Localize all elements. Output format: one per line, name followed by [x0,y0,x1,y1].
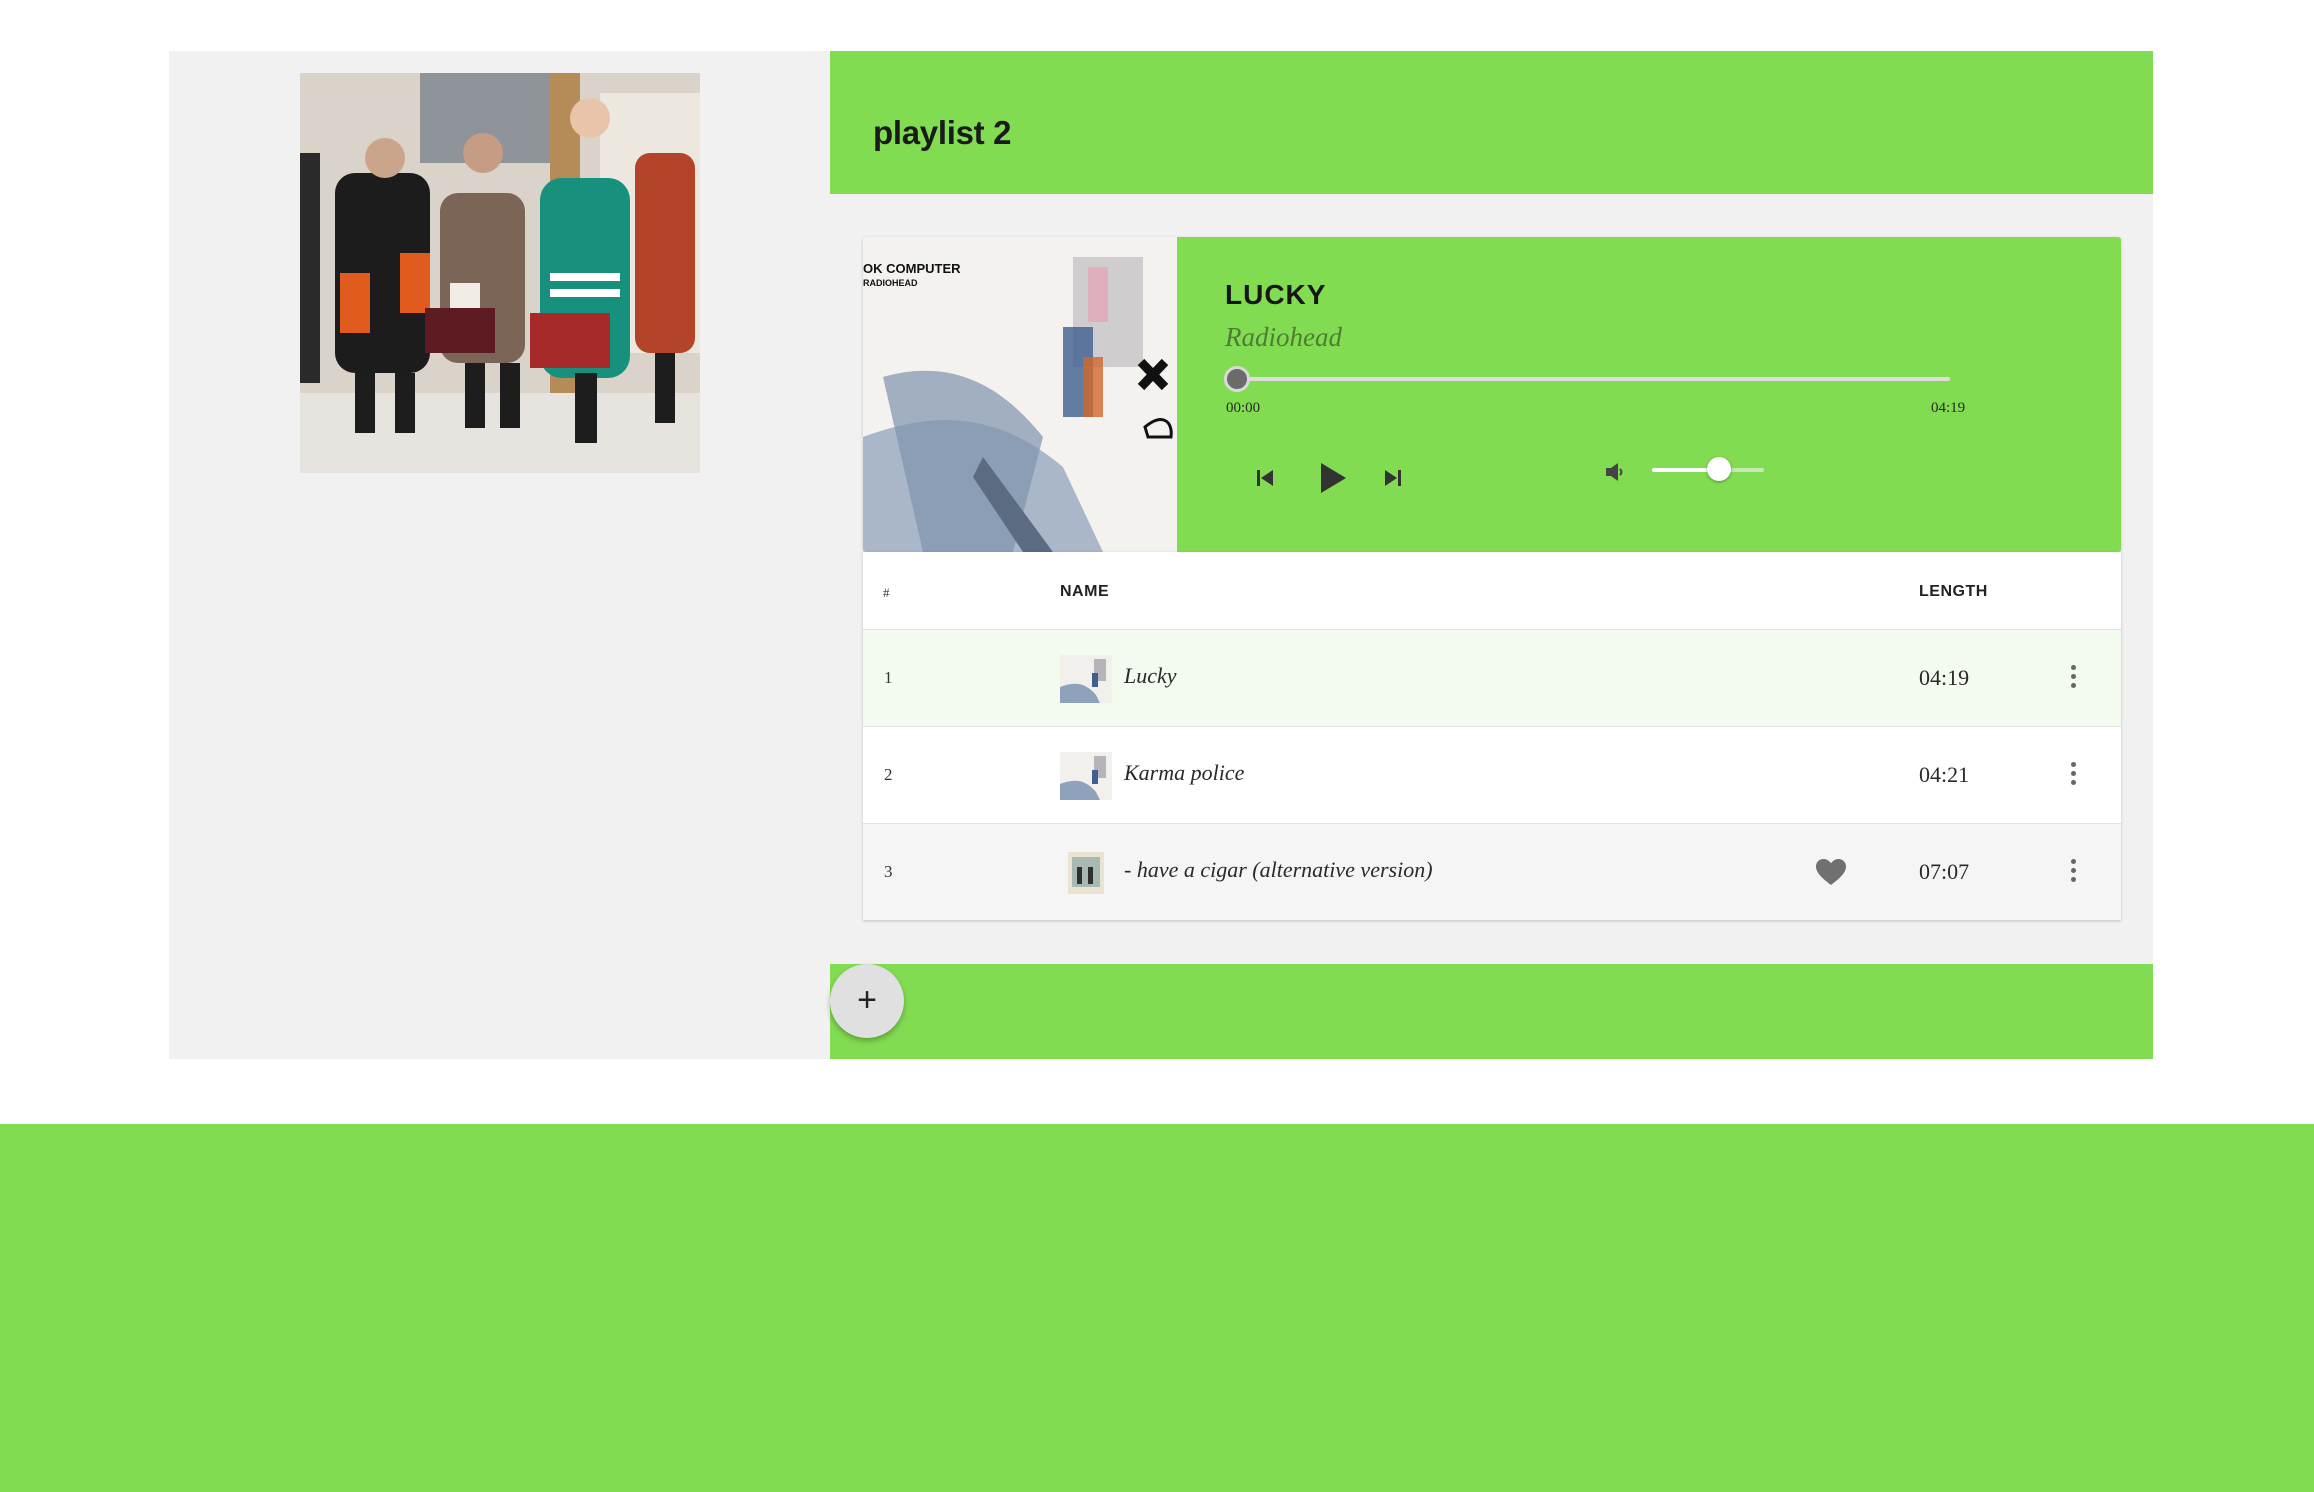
more-options-icon[interactable] [2063,762,2083,788]
track-table: # NAME LENGTH 1 Lucky 04:19 2 Karma poli… [863,552,2121,920]
track-name[interactable]: Karma police [1124,760,1244,786]
track-name[interactable]: Lucky [1124,663,1177,689]
volume-button[interactable] [1604,461,1626,483]
column-header-number: # [883,585,890,600]
now-playing-title: LUCKY [1225,279,1327,310]
volume-slider[interactable] [1652,457,1764,481]
album-art-artist: RADIOHEAD [863,278,918,288]
playlist-footer-bar [830,964,2153,1059]
row-number: 1 [884,668,893,687]
more-options-icon[interactable] [2063,859,2083,885]
elapsed-time: 00:00 [1226,400,1261,416]
heart-icon[interactable] [1816,859,1846,891]
play-button[interactable] [1317,461,1349,495]
next-track-button[interactable] [1382,467,1404,489]
total-time: 04:19 [1931,400,1966,416]
track-thumbnail [1060,849,1112,897]
column-header-length[interactable]: LENGTH [1919,583,1988,601]
progress-slider[interactable] [1224,366,1950,392]
play-icon [1321,463,1346,493]
volume-slider-knob[interactable] [1707,457,1732,481]
column-header-name[interactable]: NAME [1060,583,1109,601]
volume-icon [1606,463,1623,481]
playlist-header: playlist 2 [830,51,2153,194]
now-playing-artist: Radiohead [1225,322,1342,352]
track-thumbnail [1060,655,1112,703]
track-length: 04:19 [1919,665,1970,690]
playlist-cover-image [300,73,700,473]
skip-next-icon [1385,470,1401,486]
progress-slider-knob[interactable] [1224,366,1250,392]
track-thumbnail [1060,752,1112,800]
table-header: # NAME LENGTH [863,552,2121,630]
track-name[interactable]: - have a cigar (alternative version) [1124,857,1433,883]
previous-track-button[interactable] [1254,467,1276,489]
table-row[interactable]: 1 Lucky 04:19 [863,630,2121,727]
track-length: 04:21 [1919,762,1970,787]
playlist-main: playlist 2 OK COMPUTER RADIOHEAD LUCKY R… [830,51,2153,1059]
more-options-icon[interactable] [2063,665,2083,691]
track-length: 07:07 [1919,859,1970,884]
now-playing-player: OK COMPUTER RADIOHEAD LUCKY Radiohead 00… [863,237,2121,552]
row-number: 3 [884,862,893,881]
playlist-title: playlist 2 [873,114,1012,151]
row-number: 2 [884,765,893,784]
album-art: OK COMPUTER RADIOHEAD [863,237,1177,552]
album-art-title: OK COMPUTER [863,261,961,276]
add-track-button[interactable]: + [830,964,904,1038]
table-row[interactable]: 3 - have a cigar (alternative version) 0… [863,824,2121,920]
page-footer [0,1124,2314,1492]
table-row[interactable]: 2 Karma police 04:21 [863,727,2121,824]
skip-previous-icon [1257,470,1273,486]
